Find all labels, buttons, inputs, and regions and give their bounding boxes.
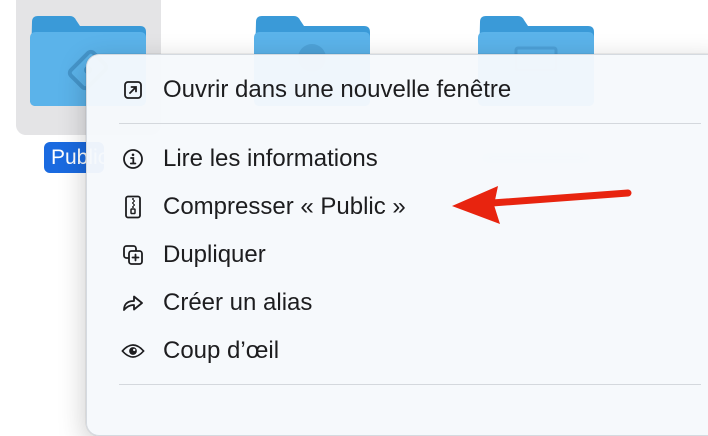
menu-item-get-info[interactable]: Lire les informations — [87, 139, 707, 179]
menu-item-label: Coup d’œil — [163, 337, 280, 364]
open-in-new-window-icon — [121, 78, 145, 102]
duplicate-icon — [121, 243, 145, 267]
menu-item-quick-look[interactable]: Coup d’œil — [87, 331, 707, 371]
menu-separator — [119, 384, 701, 385]
menu-item-make-alias[interactable]: Créer un alias — [87, 283, 707, 323]
zip-archive-icon — [121, 195, 145, 219]
context-menu: Ouvrir dans une nouvelle fenêtre Lire le… — [86, 54, 708, 436]
menu-item-label: Lire les informations — [163, 145, 378, 172]
menu-item-duplicate[interactable]: Dupliquer — [87, 235, 707, 275]
eye-icon — [121, 339, 145, 363]
menu-item-open-new-window[interactable]: Ouvrir dans une nouvelle fenêtre — [87, 70, 707, 110]
menu-item-label: Compresser « Public » — [163, 193, 406, 220]
menu-item-label: Dupliquer — [163, 241, 266, 268]
menu-item-label: Ouvrir dans une nouvelle fenêtre — [163, 76, 512, 103]
info-icon — [121, 147, 145, 171]
annotation-arrow — [452, 186, 632, 224]
alias-arrow-icon — [121, 291, 145, 315]
menu-separator — [119, 123, 701, 124]
menu-item-label: Créer un alias — [163, 289, 313, 316]
